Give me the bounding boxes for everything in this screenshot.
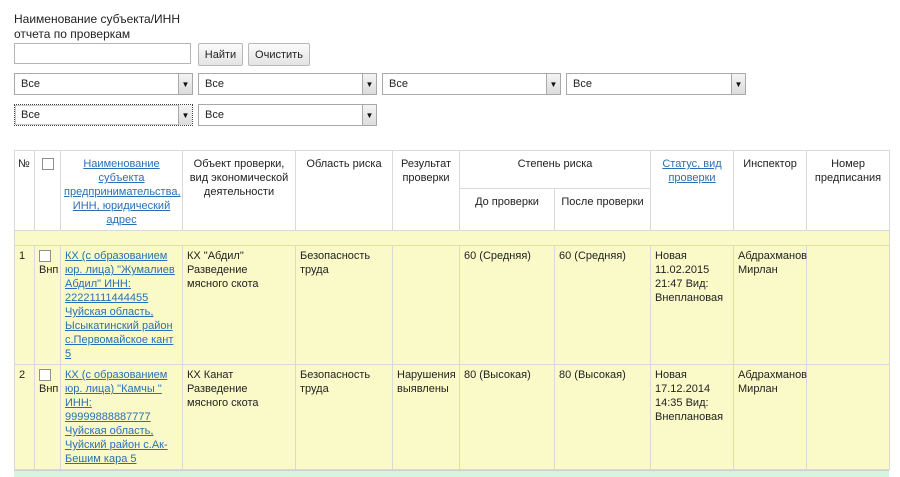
sort-subject-link[interactable]: Наименование субъекта предпринимательств… bbox=[64, 158, 181, 226]
header-risk-degree: Степень риска bbox=[458, 150, 652, 189]
chevron-down-icon: ▼ bbox=[546, 74, 560, 94]
row-before: 60 (Средняя) bbox=[459, 245, 555, 365]
row-result bbox=[392, 245, 460, 365]
row-checkbox[interactable] bbox=[39, 250, 51, 263]
filter-select-3-value: Все bbox=[389, 78, 408, 90]
chevron-down-icon: ▼ bbox=[178, 105, 192, 125]
chevron-down-icon: ▼ bbox=[362, 105, 376, 125]
search-input[interactable] bbox=[14, 43, 191, 64]
filter-select-4-value: Все bbox=[573, 78, 592, 90]
header-before: До проверки bbox=[459, 187, 555, 232]
filter-select-2[interactable]: Все ▼ bbox=[198, 73, 377, 95]
row-num: 2 bbox=[14, 364, 35, 470]
clear-button[interactable]: Очистить bbox=[248, 43, 310, 66]
row-subject: КХ (с образованием юр. лица) "Жумалиев А… bbox=[60, 245, 183, 365]
header-order-number: Номер предписания bbox=[806, 150, 891, 231]
row-object: КХ "Абдил" Разведение мясного скота bbox=[182, 245, 296, 365]
row-object: КХ Канат Разведение мясного скота bbox=[182, 364, 296, 470]
filter-select-5[interactable]: Все ▼ bbox=[14, 104, 193, 126]
header-subject: Наименование субъекта предпринимательств… bbox=[60, 150, 183, 231]
chevron-down-icon: ▼ bbox=[178, 74, 192, 94]
row-num: 1 bbox=[14, 245, 35, 365]
filter-select-5-value: Все bbox=[21, 109, 40, 121]
inspections-table: № Наименование субъекта предпринимательс… bbox=[13, 150, 891, 470]
header-risk-area: Область риска bbox=[295, 150, 393, 231]
filter-select-2-value: Все bbox=[205, 78, 224, 90]
search-label: Наименование субъекта/ИНН отчета по пров… bbox=[14, 12, 180, 42]
filter-select-6-value: Все bbox=[205, 109, 224, 121]
sort-status-link[interactable]: Статус, вид проверки bbox=[662, 158, 721, 184]
subject-link[interactable]: КХ (с образованием юр. лица) "Камчы " ИН… bbox=[65, 369, 168, 465]
table-row: 2 Внп КХ (с образованием юр. лица) "Камч… bbox=[14, 364, 891, 470]
header-num: № bbox=[14, 150, 35, 231]
header-after: После проверки bbox=[553, 187, 652, 232]
search-label-line2: отчета по проверкам bbox=[14, 27, 131, 41]
row-status: Новая 17.12.2014 14:35 Вид: Внеплановая bbox=[650, 364, 735, 470]
row-inspector: Абдрахманов Мирлан bbox=[733, 245, 807, 365]
row-order-number bbox=[806, 245, 891, 365]
table-row: 1 Внп КХ (с образованием юр. лица) "Жума… bbox=[14, 245, 891, 365]
filter-select-4[interactable]: Все ▼ bbox=[566, 73, 746, 95]
find-button[interactable]: Найти bbox=[198, 43, 243, 66]
filter-select-1[interactable]: Все ▼ bbox=[14, 73, 193, 95]
header-result: Результат проверки bbox=[392, 150, 460, 231]
row-status: Новая 11.02.2015 21:47 Вид: Внеплановая bbox=[650, 245, 735, 365]
select-all-checkbox[interactable] bbox=[41, 158, 54, 171]
filter-select-6[interactable]: Все ▼ bbox=[198, 104, 377, 126]
row-vnp: Внп bbox=[39, 264, 59, 276]
row-subject: КХ (с образованием юр. лица) "Камчы " ИН… bbox=[60, 364, 183, 470]
filter-select-1-value: Все bbox=[21, 78, 40, 90]
row-after: 80 (Высокая) bbox=[553, 364, 652, 470]
row-inspector: Абдрахманов Мирлан bbox=[733, 364, 807, 470]
chevron-down-icon: ▼ bbox=[362, 74, 376, 94]
row-checkbox[interactable] bbox=[39, 369, 51, 382]
spacer-row bbox=[13, 230, 891, 246]
header-status: Статус, вид проверки bbox=[650, 150, 735, 231]
chevron-down-icon: ▼ bbox=[731, 74, 745, 94]
header-object: Объект проверки, вид экономической деяте… bbox=[182, 150, 296, 231]
search-label-line1: Наименование субъекта/ИНН bbox=[14, 12, 181, 26]
row-after: 60 (Средняя) bbox=[553, 245, 652, 365]
filter-select-3[interactable]: Все ▼ bbox=[382, 73, 561, 95]
subject-link[interactable]: КХ (с образованием юр. лица) "Жумалиев А… bbox=[65, 250, 175, 360]
row-risk-area: Безопасность труда bbox=[295, 364, 393, 470]
row-select: Внп bbox=[34, 364, 61, 470]
header-inspector: Инспектор bbox=[733, 150, 808, 231]
row-risk-area: Безопасность труда bbox=[295, 245, 393, 365]
header-select-all bbox=[34, 150, 61, 231]
row-vnp: Внп bbox=[39, 383, 59, 395]
row-result: Нарушения выявлены bbox=[392, 364, 460, 470]
row-select: Внп bbox=[34, 245, 61, 365]
row-order-number bbox=[806, 364, 891, 470]
row-before: 80 (Высокая) bbox=[459, 364, 555, 470]
